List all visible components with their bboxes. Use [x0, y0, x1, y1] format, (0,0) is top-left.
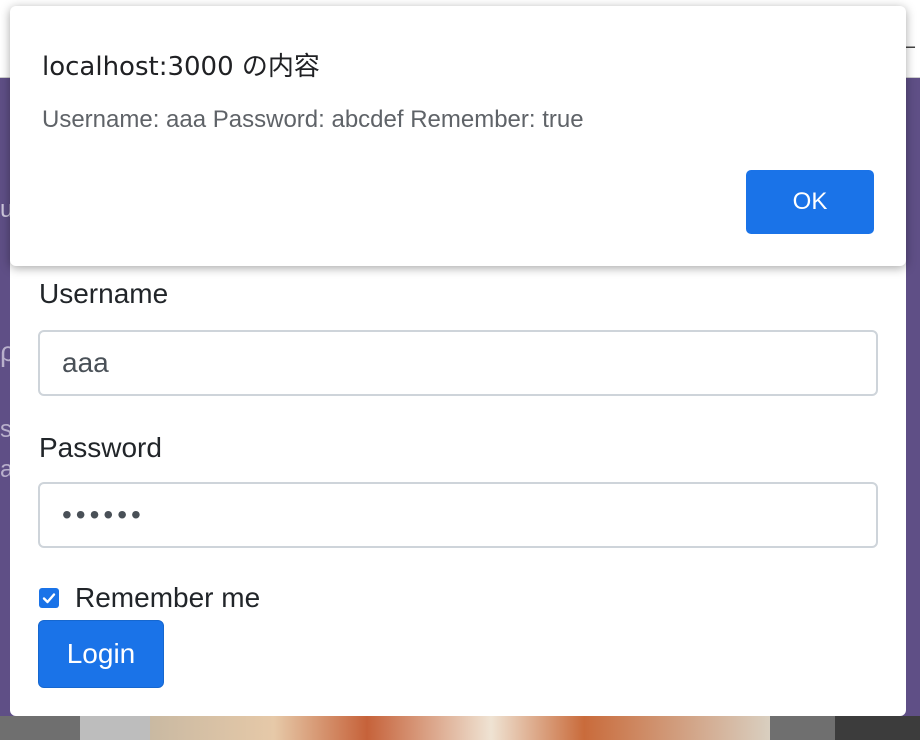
- username-label: Username: [39, 278, 169, 309]
- remember-me-label[interactable]: Remember me: [75, 582, 260, 614]
- alert-dialog: localhost:3000 の内容 Username: aaa Passwor…: [10, 6, 906, 266]
- checkmark-icon: [42, 593, 56, 604]
- dialog-title: localhost:3000 の内容: [42, 52, 320, 82]
- password-input[interactable]: [38, 482, 878, 548]
- remember-me-checkbox[interactable]: [39, 588, 59, 608]
- background-food-image: [150, 716, 770, 740]
- password-label: Password: [39, 432, 162, 463]
- background-page-footer: [0, 716, 920, 740]
- background-image-strip: [835, 716, 920, 740]
- dialog-message: Username: aaa Password: abcdef Remember:…: [42, 106, 584, 133]
- login-button[interactable]: Login: [38, 620, 164, 688]
- username-input[interactable]: [38, 330, 878, 396]
- background-image-strip: [80, 716, 150, 740]
- ok-button[interactable]: OK: [746, 170, 874, 234]
